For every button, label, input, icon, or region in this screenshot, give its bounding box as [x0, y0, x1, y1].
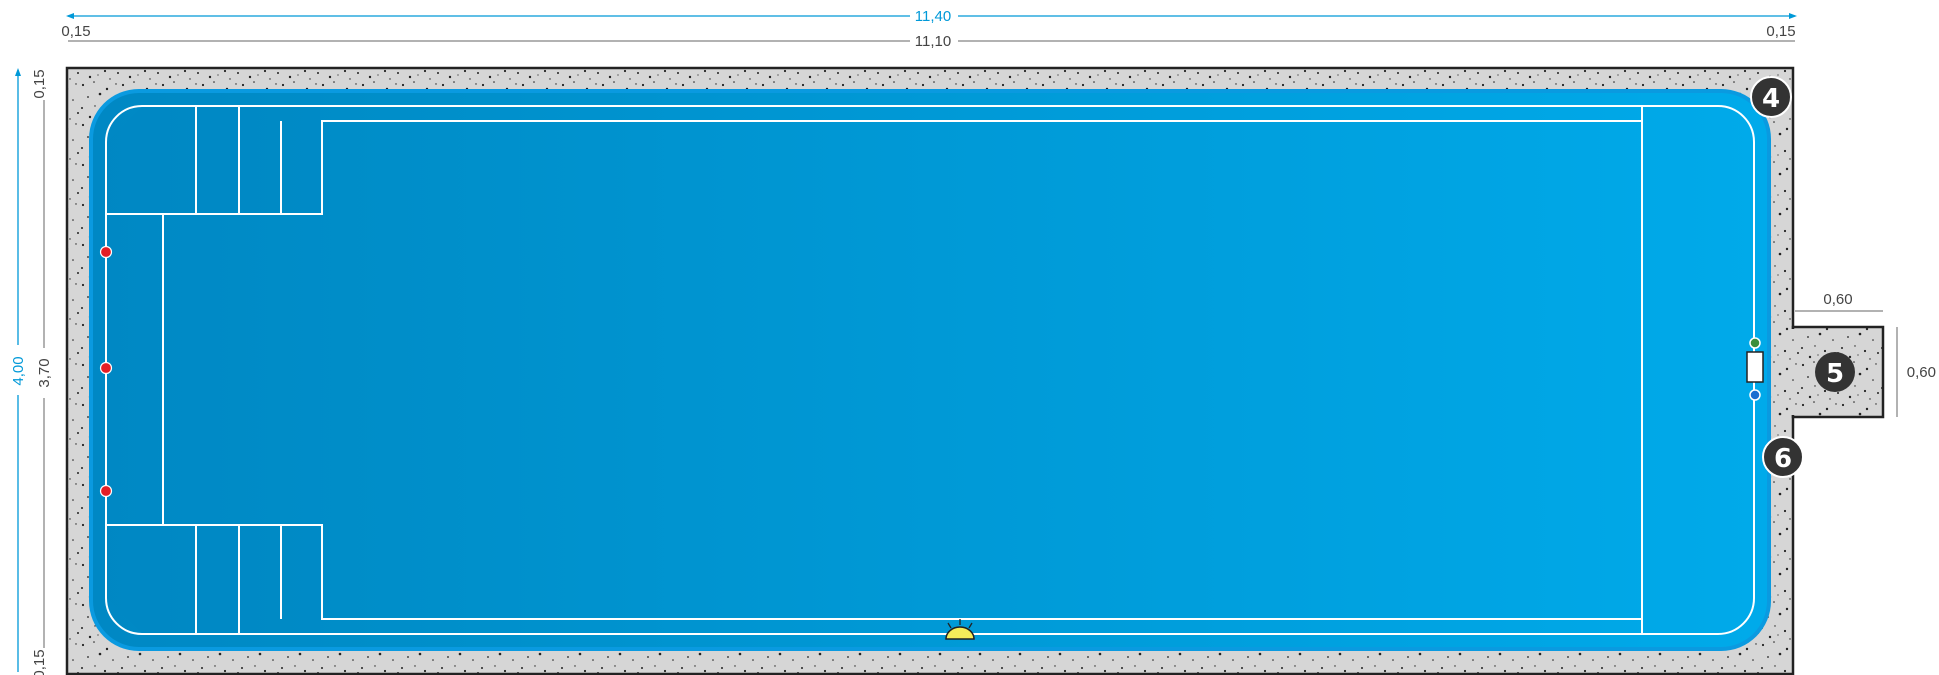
edge-right-label: 0,15 [1766, 23, 1795, 40]
inner-width-label: 3,70 [36, 358, 53, 387]
edge-left-label: 0,15 [61, 23, 90, 40]
inlet-blue-icon [1749, 389, 1761, 401]
dimension-inner-length: 11,10 0,15 0,15 [61, 23, 1795, 50]
marker-6-label: 6 [1774, 444, 1792, 474]
dimension-total-length: 11,40 [66, 8, 1797, 25]
marker-4: 4 [1750, 76, 1792, 118]
total-width-label: 4,00 [10, 356, 27, 385]
return-jet-icon [99, 361, 113, 375]
dimension-total-width: 4,00 [10, 68, 27, 672]
dimension-box-width: 0,60 [1795, 291, 1883, 312]
skimmer-icon [1746, 351, 1764, 383]
dimension-box-height: 0,60 [1896, 327, 1936, 417]
edge-top-label: 0,15 [31, 69, 48, 98]
marker-5: 5 [1815, 352, 1855, 392]
box-height-label: 0,60 [1907, 364, 1936, 381]
pool-plan-diagram: 11,40 11,10 0,15 0,15 4,00 3,70 0,15 0,1… [10, 8, 1936, 675]
dimension-inner-width: 3,70 0,15 0,15 [31, 69, 53, 675]
pool-water [93, 93, 1767, 647]
marker-4-label: 4 [1762, 84, 1780, 114]
return-jet-icon [99, 245, 113, 259]
step-area-top [107, 107, 320, 214]
return-jet-icon [99, 484, 113, 498]
total-length-label: 11,40 [915, 8, 951, 25]
edge-bottom-label: 0,15 [31, 649, 48, 675]
inner-length-label: 11,10 [915, 33, 951, 50]
marker-6: 6 [1762, 436, 1804, 478]
box-width-label: 0,60 [1823, 291, 1852, 308]
inlet-green-icon [1749, 337, 1761, 349]
marker-5-label: 5 [1826, 359, 1844, 389]
step-area-bottom [107, 525, 320, 633]
